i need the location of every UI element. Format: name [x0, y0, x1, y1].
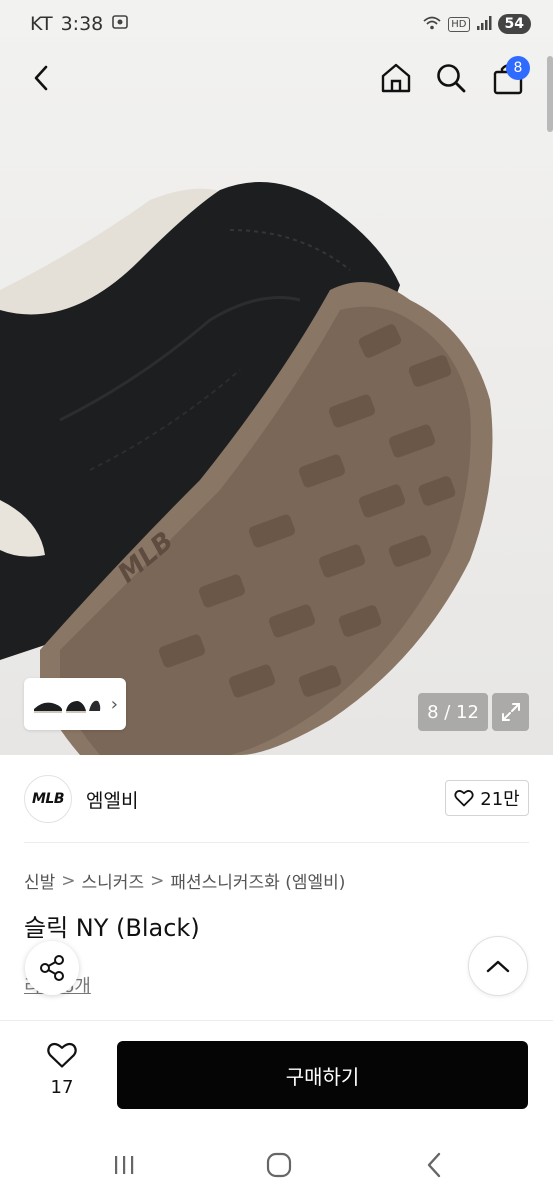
breadcrumb-item-fashion-sneakers[interactable]: 패션스니커즈화 (엠엘비) [170, 868, 345, 893]
wish-button[interactable]: 17 [40, 1041, 84, 1098]
shoe-photo: MLB [0, 182, 493, 755]
scrollbar[interactable] [547, 56, 553, 132]
brand-name[interactable]: 엠엘비 [86, 786, 138, 813]
carrier-label: KT [30, 13, 53, 35]
brand-like-button[interactable]: 21만 [445, 780, 529, 816]
share-icon [40, 955, 64, 981]
recent-apps-button[interactable] [104, 1150, 144, 1180]
purchase-bar: 17 구매하기 [0, 1020, 553, 1130]
home-icon [381, 63, 411, 93]
home-circle-icon [266, 1152, 292, 1178]
cart-count-badge: 8 [506, 56, 530, 80]
system-back-button[interactable] [414, 1150, 454, 1180]
status-bar: KT 3:38 HD 54 [0, 0, 553, 48]
screenshot-icon [111, 13, 129, 36]
product-image[interactable]: MLB [0, 0, 553, 755]
image-counter: 8 / 12 [418, 693, 488, 731]
wish-count: 17 [50, 1077, 74, 1098]
breadcrumb-item-sneakers[interactable]: 스니커즈 [82, 868, 145, 893]
home-system-button[interactable] [259, 1150, 299, 1180]
buy-button[interactable]: 구매하기 [117, 1041, 528, 1109]
heart-icon [47, 1042, 77, 1068]
signal-icon [476, 15, 492, 34]
divider [24, 842, 529, 843]
breadcrumb-separator: > [150, 870, 165, 891]
clock: 3:38 [60, 13, 104, 35]
product-title: 슬릭 NY (Black) [24, 914, 200, 942]
expand-button[interactable] [492, 693, 529, 731]
search-button[interactable] [429, 56, 473, 100]
system-navigation-bar [0, 1130, 553, 1200]
brand-row[interactable]: MLB 엠엘비 21만 [24, 774, 529, 824]
chevron-left-icon [34, 65, 48, 91]
back-arrow-icon [427, 1152, 441, 1178]
brand-logo[interactable]: MLB [24, 775, 72, 823]
scroll-to-top-button[interactable] [468, 936, 528, 996]
recent-apps-icon [115, 1156, 134, 1174]
breadcrumb: 신발 > 스니커즈 > 패션스니커즈화 (엠엘비) [24, 868, 345, 894]
shoe-thumbnails [34, 700, 101, 713]
thumbnail-strip-button[interactable]: › [24, 678, 126, 730]
home-button[interactable] [374, 56, 418, 100]
hd-badge: HD [448, 16, 470, 32]
back-button[interactable] [20, 56, 64, 100]
breadcrumb-item-shoes[interactable]: 신발 [24, 868, 55, 893]
brand-like-count: 21만 [480, 789, 520, 810]
chevron-up-icon [486, 960, 510, 973]
chevron-right-icon: › [110, 694, 118, 715]
expand-icon [501, 703, 520, 721]
search-icon [437, 64, 466, 93]
share-button[interactable] [25, 941, 79, 995]
cart-button[interactable]: 8 [486, 56, 530, 100]
top-navigation: 8 [0, 48, 553, 108]
heart-icon [454, 790, 474, 807]
breadcrumb-separator: > [61, 870, 76, 891]
wifi-icon [422, 15, 442, 34]
battery-indicator: 54 [497, 14, 531, 34]
